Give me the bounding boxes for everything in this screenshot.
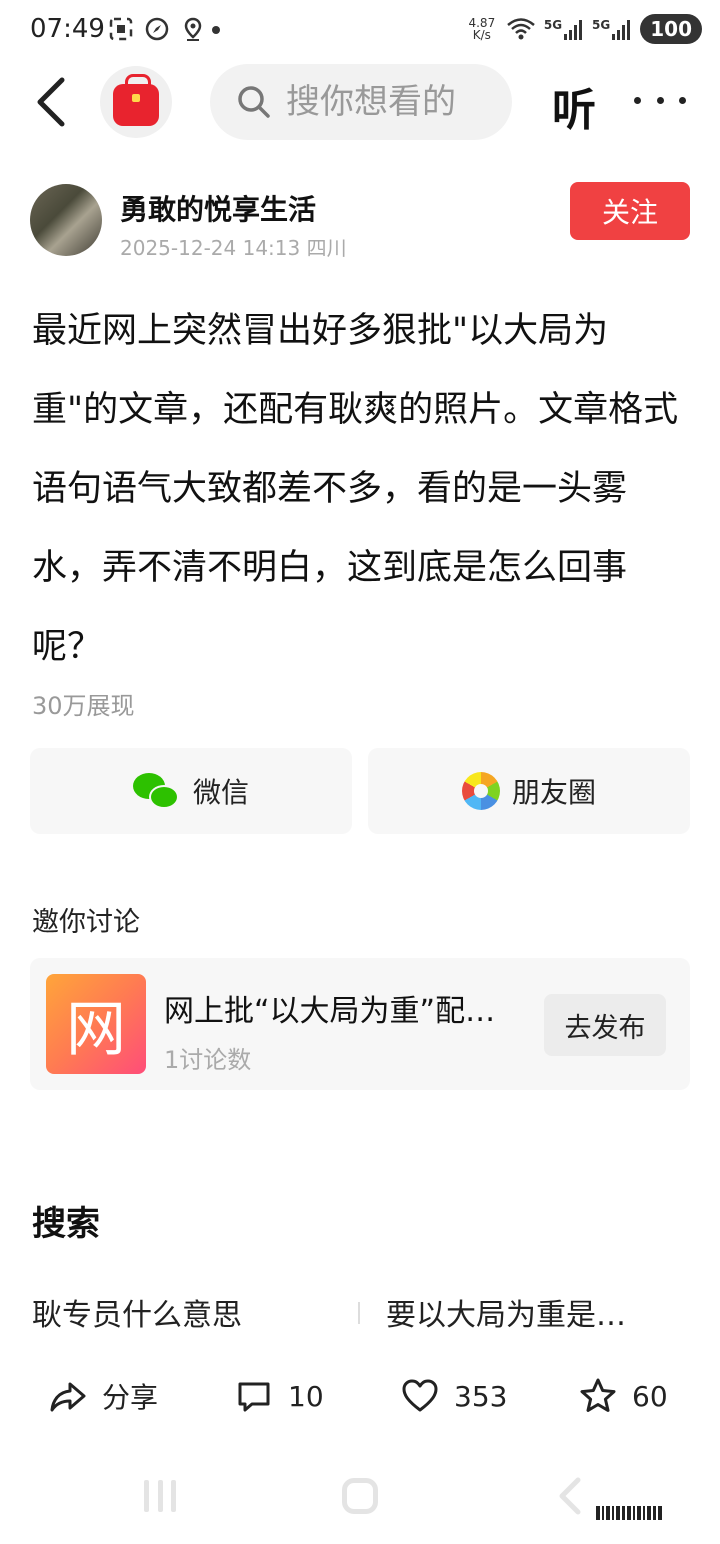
search-section-title: 搜索 (32, 1204, 100, 1244)
share-wechat-label: 微信 (192, 776, 249, 809)
system-back-icon[interactable] (552, 1476, 592, 1516)
favorite-action-button[interactable]: 60 (578, 1376, 668, 1416)
back-button[interactable] (30, 74, 74, 130)
post-location: 四川 (306, 236, 347, 260)
more-options-icon[interactable] (634, 90, 686, 110)
search-icon (238, 86, 270, 118)
discuss-count: 1讨论数 (164, 1046, 252, 1074)
share-action-label: 分享 (102, 1381, 159, 1414)
status-bar: 07:49 4.87 K/s 5G 5G 100 (0, 0, 720, 62)
share-wechat-button[interactable]: 微信 (30, 748, 352, 834)
author-row: 勇敢的悦享生活 2025-12-24 14:13 四川 关注 (0, 180, 720, 260)
status-indicators: 4.87 K/s 5G 5G 100 (466, 14, 702, 44)
net-speed-unit: K/s (472, 28, 491, 42)
follow-button[interactable]: 关注 (570, 182, 690, 240)
screenshot-icon (108, 16, 134, 42)
author-name[interactable]: 勇敢的悦享生活 (120, 188, 316, 228)
avatar[interactable] (30, 184, 102, 256)
discuss-card[interactable]: 网 网上批“以大局为重”配… 1讨论数 去发布 (30, 958, 690, 1090)
search-input[interactable] (286, 82, 486, 122)
battery-indicator: 100 (640, 14, 702, 44)
red-bag-icon (113, 74, 159, 126)
signal-label-2: 5G (592, 18, 611, 32)
publish-button[interactable]: 去发布 (544, 994, 666, 1056)
wifi-icon (507, 18, 535, 40)
compass-icon (144, 16, 170, 42)
signal-5g-2: 5G (592, 18, 632, 40)
barcode-overlay-icon (596, 1506, 662, 1520)
post-datetime: 2025-12-24 14:13 (120, 236, 301, 260)
divider (358, 1302, 360, 1324)
moments-icon (461, 772, 500, 810)
comment-action-button[interactable]: 10 (234, 1376, 324, 1416)
post-meta: 2025-12-24 14:13 四川 (120, 232, 347, 261)
status-time: 07:49 (30, 14, 105, 44)
comment-icon (238, 1382, 270, 1412)
location-icon (180, 16, 206, 42)
search-suggestion[interactable]: 要以大局为重是… (386, 1290, 626, 1334)
search-bar[interactable] (210, 64, 512, 140)
signal-bars-icon (612, 20, 631, 40)
bottom-action-bar: 分享 10 353 60 (0, 1366, 720, 1436)
listen-button[interactable]: 听 (552, 74, 596, 138)
top-nav: 听 (0, 62, 720, 146)
app-logo-button[interactable] (100, 66, 172, 138)
status-notification-icons (108, 16, 206, 42)
wechat-icon (132, 771, 181, 811)
share-moments-label: 朋友圈 (511, 776, 596, 809)
signal-bars-icon (564, 20, 583, 40)
back-arrow-icon (37, 77, 65, 127)
search-suggestion[interactable]: 耿专员什么意思 (32, 1290, 242, 1334)
recents-icon[interactable] (144, 1480, 176, 1512)
view-count: 30万展现 (32, 692, 135, 720)
signal-5g-1: 5G (544, 18, 584, 40)
post-body: 最近网上突然冒出好多狠批"以大局为重"的文章，还配有耿爽的照片。文章格式语句语气… (32, 311, 679, 667)
comment-count: 10 (288, 1379, 324, 1413)
system-nav-bar (0, 1470, 720, 1530)
like-action-button[interactable]: 353 (400, 1376, 507, 1416)
home-icon[interactable] (342, 1478, 378, 1514)
heart-icon (402, 1379, 438, 1412)
discuss-section-title: 邀你讨论 (32, 907, 140, 938)
share-action-button[interactable]: 分享 (48, 1376, 158, 1416)
discuss-thumbnail: 网 (46, 974, 146, 1074)
share-icon (50, 1382, 86, 1412)
favorite-count: 60 (632, 1379, 668, 1413)
like-count: 353 (454, 1379, 508, 1413)
star-icon (580, 1378, 616, 1412)
net-speed: 4.87 K/s (466, 17, 498, 41)
discuss-topic: 网上批“以大局为重”配… (164, 994, 496, 1029)
notification-dot (212, 26, 220, 34)
signal-label-1: 5G (543, 18, 563, 32)
share-moments-button[interactable]: 朋友圈 (368, 748, 690, 834)
